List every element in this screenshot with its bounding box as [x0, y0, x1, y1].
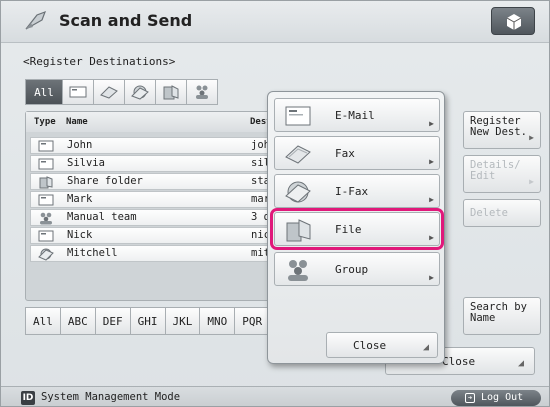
- row-name: Mitchell: [67, 247, 118, 259]
- chevron-right-icon: ▶: [529, 177, 534, 186]
- top-menu-button[interactable]: [491, 7, 535, 35]
- details-edit-button[interactable]: Details/ Edit ▶: [463, 155, 541, 193]
- popup-close-button[interactable]: Close ◢: [326, 332, 438, 358]
- return-corner-icon: ◢: [517, 358, 524, 369]
- category-group-tab[interactable]: [186, 79, 218, 105]
- col-name-header: Name: [66, 117, 88, 127]
- email-icon: [38, 230, 54, 242]
- col-type-header: Type: [34, 117, 56, 127]
- logout-icon: ➜: [465, 393, 475, 403]
- file-icon: [286, 219, 311, 242]
- group-icon: [196, 85, 208, 99]
- ifax-icon: [38, 248, 54, 261]
- popup-fax-button[interactable]: Fax ▶: [274, 136, 440, 170]
- email-icon: [38, 140, 54, 152]
- search-by-name-button[interactable]: Search by Name: [463, 297, 541, 335]
- chevron-right-icon: ▶: [429, 273, 434, 282]
- app-title: Scan and Send: [59, 11, 193, 30]
- popup-file-label: File: [335, 223, 362, 236]
- delete-label: Delete: [470, 207, 508, 219]
- destination-type-popup: E-Mail ▶ Fax ▶ I-Fax ▶ File ▶ Group ▶ Cl…: [267, 91, 445, 364]
- chevron-right-icon: ▶: [429, 233, 434, 242]
- row-name: Share folder: [67, 175, 143, 187]
- popup-email-label: E-Mail: [335, 109, 375, 122]
- category-email-tab[interactable]: [62, 79, 94, 105]
- alpha-ghi-button[interactable]: GHI: [129, 307, 166, 335]
- file-icon: [163, 85, 179, 100]
- email-icon: [69, 86, 87, 98]
- chevron-right-icon: ▶: [429, 119, 434, 128]
- logout-label: Log Out: [481, 392, 524, 403]
- scan-send-icon: [25, 10, 47, 30]
- email-icon: [285, 106, 311, 126]
- popup-close-label: Close: [353, 339, 387, 352]
- cube-icon: [506, 14, 522, 30]
- category-all-tab[interactable]: All: [25, 79, 63, 105]
- section-title: <Register Destinations>: [23, 55, 176, 68]
- close-label: Close: [442, 355, 476, 368]
- alpha-abc-button[interactable]: ABC: [59, 307, 96, 335]
- alpha-pqr-button[interactable]: PQR: [234, 307, 271, 335]
- register-label-2: New Dest.: [470, 126, 527, 138]
- row-name: Silvia: [67, 157, 105, 169]
- alpha-mno-button[interactable]: MNO: [199, 307, 236, 335]
- logout-button[interactable]: ➜ Log Out: [451, 390, 541, 406]
- popup-group-label: Group: [335, 263, 369, 276]
- mode-text: System Management Mode: [41, 391, 181, 403]
- row-name: Manual team: [67, 211, 137, 223]
- popup-fax-label: Fax: [335, 147, 355, 160]
- popup-ifax-button[interactable]: I-Fax ▶: [274, 174, 440, 208]
- details-label-2: Edit: [470, 170, 496, 182]
- popup-group-button[interactable]: Group ▶: [274, 252, 440, 286]
- category-all-label: All: [34, 85, 54, 99]
- fax-icon: [100, 86, 118, 99]
- file-icon: [39, 176, 53, 189]
- screen: Scan and Send <Register Destinations> Al…: [0, 0, 550, 407]
- status-bar: ID System Management Mode ➜ Log Out: [1, 386, 549, 406]
- id-mode-icon: ID: [21, 391, 35, 405]
- ifax-icon: [285, 181, 311, 203]
- chevron-right-icon: ▶: [429, 157, 434, 166]
- category-file-tab[interactable]: [155, 79, 187, 105]
- popup-ifax-label: I-Fax: [335, 185, 369, 198]
- category-ifax-tab[interactable]: [124, 79, 156, 105]
- return-corner-icon: ◢: [422, 342, 429, 353]
- chevron-right-icon: ▶: [429, 195, 434, 204]
- group-icon: [288, 260, 308, 281]
- alpha-jkl-button[interactable]: JKL: [164, 307, 201, 335]
- email-icon: [38, 158, 54, 170]
- popup-file-button[interactable]: File ▶: [270, 208, 444, 250]
- delete-button[interactable]: Delete: [463, 199, 541, 227]
- popup-email-button[interactable]: E-Mail ▶: [274, 98, 440, 132]
- alphabet-filter: All ABC DEF GHI JKL MNO PQR: [25, 307, 271, 335]
- ifax-icon: [131, 85, 149, 100]
- row-name: Nick: [67, 229, 93, 241]
- group-icon: [40, 212, 52, 225]
- category-fax-tab[interactable]: [93, 79, 125, 105]
- email-icon: [38, 194, 54, 206]
- fax-icon: [285, 145, 311, 164]
- title-bar: Scan and Send: [1, 1, 549, 43]
- register-new-dest-button[interactable]: Register New Dest. ▶: [463, 111, 541, 149]
- category-tabs: All: [25, 79, 218, 105]
- search-label-2: Name: [470, 312, 496, 324]
- row-name: Mark: [67, 193, 93, 205]
- row-name: John: [67, 139, 93, 151]
- chevron-right-icon: ▶: [529, 133, 534, 142]
- alpha-all-button[interactable]: All: [25, 307, 61, 335]
- alpha-def-button[interactable]: DEF: [94, 307, 131, 335]
